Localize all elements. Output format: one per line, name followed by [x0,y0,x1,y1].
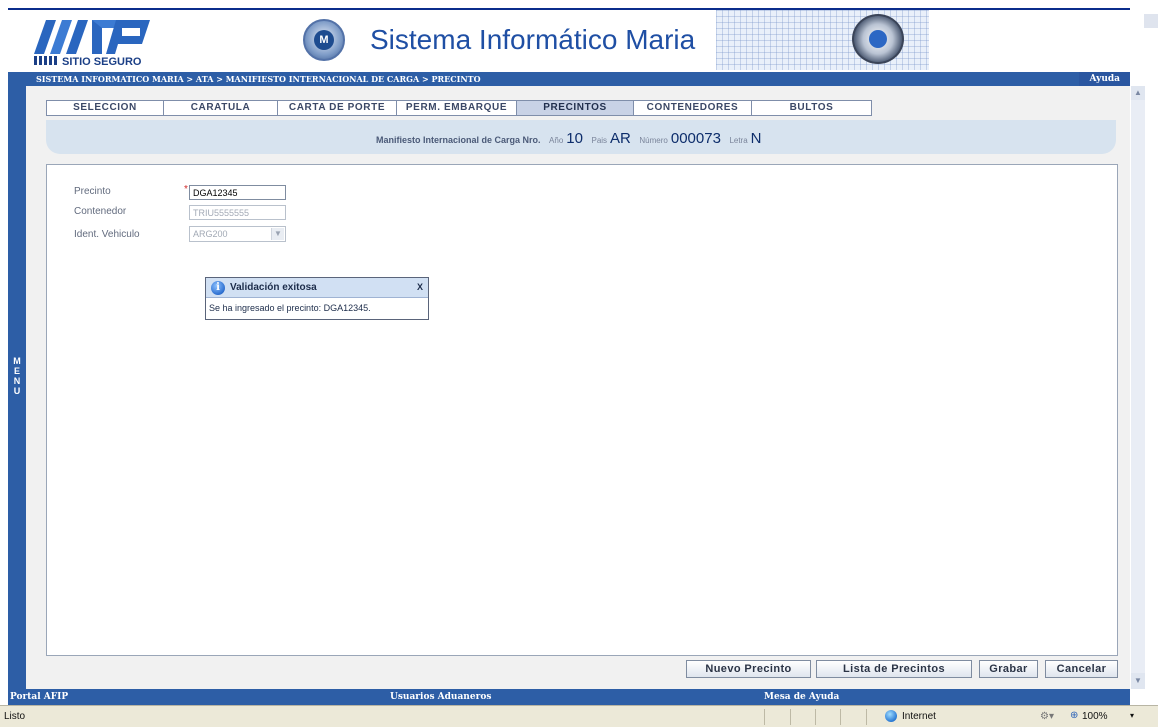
status-divider [790,709,791,725]
manifest-info: Manifiesto Internacional de Carga Nro. A… [376,130,762,147]
vehiculo-select: ARG200 ▼ [189,226,286,242]
number-value: 000073 [670,130,721,147]
protected-mode-icon[interactable]: ⚙▾ [1040,711,1054,722]
lista-precintos-button[interactable]: Lista de Precintos [816,660,972,678]
zoom-icon[interactable]: ⊕ [1070,710,1078,721]
dialog-titlebar: i Validación exitosa X [206,278,428,298]
status-divider [815,709,816,725]
afip-logo: SITIO SEGURO [34,20,150,66]
year-value: 10 [566,130,583,147]
tab-perm-embarque[interactable]: PERM. EMBARQUE [397,100,517,116]
tab-contenedores[interactable]: CONTENEDORES [634,100,752,116]
success-dialog: i Validación exitosa X Se ha ingresado e… [205,277,429,320]
dialog-close-button[interactable]: X [417,282,423,292]
usuarios-aduaneros-link[interactable]: Usuarios Aduaneros [390,689,491,705]
tab-precintos[interactable]: PRECINTOS [517,100,634,116]
status-text: Listo [4,711,26,722]
footer-bar: Portal AFIP Usuarios Aduaneros Mesa de A… [8,689,1130,705]
browser-statusbar: Listo Internet ⚙▾ ⊕ 100% ▾ [0,705,1158,727]
scroll-up-icon[interactable]: ▲ [1131,86,1145,100]
status-divider [764,709,765,725]
precinto-input[interactable] [189,185,286,200]
mesa-de-ayuda-link[interactable]: Mesa de Ayuda [764,689,839,705]
zoom-dropdown-icon[interactable]: ▾ [1130,711,1134,720]
contenedor-label: Contenedor [74,206,127,217]
dialog-message: Se ha ingresado el precinto: DGA12345. [209,303,371,313]
app-emblem-icon: M [303,19,345,61]
tab-caratula[interactable]: CARATULA [164,100,278,116]
vehiculo-label: Ident. Vehiculo [74,229,140,240]
manifest-label: Manifiesto Internacional de Carga Nro. [376,135,541,145]
nuevo-precinto-button[interactable]: Nuevo Precinto [686,660,811,678]
chevron-down-icon: ▼ [271,228,284,240]
security-zone: Internet [902,711,936,722]
main-content: SELECCION CARATULA CARTA DE PORTE PERM. … [26,86,1130,689]
contenedor-input [189,205,286,220]
tab-seleccion[interactable]: SELECCION [46,100,164,116]
grabar-button[interactable]: Grabar [979,660,1038,678]
tab-bar: SELECCION CARATULA CARTA DE PORTE PERM. … [46,100,872,116]
number-label: Número [639,136,668,145]
customs-seal-icon [852,14,904,64]
menu-label: M E N U [13,356,21,396]
status-divider [866,709,867,725]
tab-carta-de-porte[interactable]: CARTA DE PORTE [278,100,397,116]
window-edge-block [1144,14,1158,28]
portal-afip-link[interactable]: Portal AFIP [10,689,68,705]
logo-text: SITIO SEGURO [62,56,142,66]
app-title: Sistema Informático Maria [370,24,696,55]
help-button[interactable]: Ayuda [1079,72,1130,86]
header: SITIO SEGURO M Sistema Informático Maria [26,10,1130,70]
year-label: Año [549,136,564,145]
country-label: Pais [591,136,608,145]
manifest-header: Manifiesto Internacional de Carga Nro. A… [46,120,1116,154]
country-value: AR [610,130,631,147]
cancelar-button[interactable]: Cancelar [1045,660,1118,678]
vehiculo-value: ARG200 [193,229,228,239]
letter-value: N [750,130,762,147]
globe-icon [885,710,897,722]
precinto-label: Precinto [74,186,111,197]
menu-sidebar[interactable]: M E N U [8,72,26,689]
breadcrumb-text: SISTEMA INFORMATICO MARIA > ATA > MANIFI… [36,74,481,84]
letter-label: Letra [729,136,748,145]
breadcrumb: SISTEMA INFORMATICO MARIA > ATA > MANIFI… [26,72,1130,86]
dialog-title: Validación exitosa [230,282,317,293]
required-marker: * [184,184,188,195]
zoom-level[interactable]: 100% [1082,711,1108,722]
status-divider [840,709,841,725]
info-icon: i [211,281,225,295]
form-panel: Precinto * Contenedor Ident. Vehiculo AR… [46,164,1118,656]
vertical-scrollbar[interactable] [1131,86,1145,689]
scroll-down-icon[interactable]: ▼ [1131,673,1145,689]
tab-bultos[interactable]: BULTOS [752,100,872,116]
